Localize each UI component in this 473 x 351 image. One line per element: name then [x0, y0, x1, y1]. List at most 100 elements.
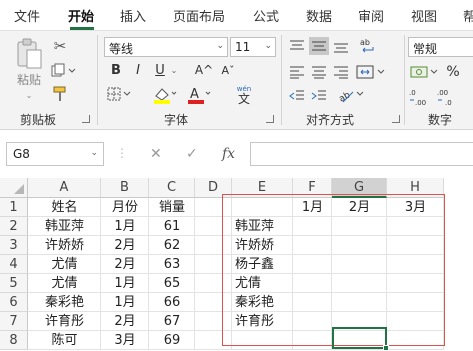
table1-cell[interactable]: 许育彤	[28, 312, 101, 331]
number-format-combobox[interactable]: 常规	[408, 37, 473, 57]
table1-cell[interactable]: 韩亚萍	[28, 217, 101, 236]
table2-month-header[interactable]: 3月	[387, 198, 444, 217]
table1-header-cell[interactable]: 销量	[149, 198, 195, 217]
wrap-text-icon[interactable]: ab	[358, 35, 380, 57]
table1-cell[interactable]: 69	[149, 331, 195, 350]
paste-icon[interactable]	[14, 37, 44, 71]
column-header-c[interactable]: C	[149, 178, 195, 198]
table2-name-cell[interactable]: 韩亚萍	[232, 217, 293, 236]
worksheet-grid[interactable]: ABCDEFGH 12345678 姓名 月份 销量 韩亚萍 1月 61 许娇娇 2月 62 尤倩…	[0, 178, 473, 351]
row-header-7[interactable]: 7	[0, 312, 28, 331]
grid-cell[interactable]	[195, 293, 232, 312]
percent-icon[interactable]: %	[444, 63, 462, 81]
table1-cell[interactable]: 62	[149, 236, 195, 255]
grid-cell[interactable]	[332, 236, 387, 255]
table1-cell[interactable]: 尤倩	[28, 274, 101, 293]
paste-button-label[interactable]: 粘贴	[14, 71, 44, 87]
column-header-g[interactable]: G	[332, 178, 387, 198]
table1-cell[interactable]: 61	[149, 217, 195, 236]
grid-cell[interactable]	[332, 255, 387, 274]
grid-cell[interactable]	[232, 331, 293, 350]
paste-dropdown-icon[interactable]: ⌄	[24, 91, 34, 100]
tab-view[interactable]: 视图	[411, 6, 437, 25]
grid-cell[interactable]	[387, 255, 444, 274]
table1-cell[interactable]: 3月	[101, 331, 149, 350]
table1-cell[interactable]: 1月	[101, 217, 149, 236]
grid-cell[interactable]	[293, 312, 332, 331]
shrink-font-button[interactable]: Aˇ	[218, 61, 238, 79]
grid-cell[interactable]	[387, 331, 444, 350]
grid-cell[interactable]	[387, 217, 444, 236]
cut-icon[interactable]: ✂	[50, 37, 70, 55]
align-right-icon[interactable]	[331, 63, 351, 81]
table1-cell[interactable]: 1月	[101, 293, 149, 312]
table1-cell[interactable]: 陈可	[28, 331, 101, 350]
more-options-icon[interactable]: ⋮	[116, 146, 128, 160]
active-cell-g8[interactable]	[332, 327, 387, 349]
row-header-2[interactable]: 2	[0, 217, 28, 236]
grid-cell[interactable]	[387, 312, 444, 331]
row-header-4[interactable]: 4	[0, 255, 28, 274]
phonetic-guide-icon[interactable]: wén 文	[232, 83, 256, 107]
chevron-down-icon[interactable]: ⌄	[90, 148, 98, 158]
grid-cell[interactable]	[293, 217, 332, 236]
table2-month-header[interactable]: 1月	[293, 198, 332, 217]
table1-cell[interactable]: 63	[149, 255, 195, 274]
clipboard-launcher-icon[interactable]	[82, 115, 90, 123]
decrease-decimal-icon[interactable]: .00.0	[436, 87, 460, 107]
top-align-icon[interactable]	[287, 37, 307, 55]
row-header-6[interactable]: 6	[0, 293, 28, 312]
grid-cell[interactable]	[195, 312, 232, 331]
table1-header-cell[interactable]: 月份	[101, 198, 149, 217]
grid-cell[interactable]	[293, 331, 332, 350]
column-header-f[interactable]: F	[293, 178, 332, 198]
grid-cell[interactable]	[195, 255, 232, 274]
grow-font-button[interactable]: A^	[194, 61, 214, 79]
table2-name-cell[interactable]: 许娇娇	[232, 236, 293, 255]
grid-cell[interactable]	[195, 198, 232, 217]
grid-cell[interactable]	[195, 217, 232, 236]
column-header-b[interactable]: B	[101, 178, 149, 198]
font-color-icon[interactable]: A	[186, 85, 212, 105]
grid-cell[interactable]	[195, 236, 232, 255]
table2-name-cell[interactable]: 尤倩	[232, 274, 293, 293]
tab-page-layout[interactable]: 页面布局	[173, 6, 225, 25]
copy-icon[interactable]	[50, 61, 78, 79]
grid-cell[interactable]	[195, 331, 232, 350]
fill-handle[interactable]	[383, 345, 389, 351]
middle-align-icon[interactable]	[309, 37, 329, 55]
row-header-1[interactable]: 1	[0, 198, 28, 217]
grid-cell[interactable]	[293, 236, 332, 255]
grid-cell[interactable]	[332, 274, 387, 293]
grid-cell[interactable]	[293, 274, 332, 293]
bold-button[interactable]: B	[108, 61, 124, 79]
name-box[interactable]: G8 ⌄	[6, 142, 104, 166]
bottom-align-icon[interactable]	[331, 37, 351, 55]
align-left-icon[interactable]	[287, 63, 307, 81]
grid-cell[interactable]	[232, 198, 293, 217]
table1-cell[interactable]: 2月	[101, 236, 149, 255]
column-header-h[interactable]: H	[387, 178, 444, 198]
column-header-a[interactable]: A	[28, 178, 101, 198]
table2-name-cell[interactable]: 杨子鑫	[232, 255, 293, 274]
font-size-combobox[interactable]: 11 ⌄	[230, 37, 276, 57]
grid-cell[interactable]	[293, 255, 332, 274]
select-all-corner[interactable]	[0, 178, 28, 198]
merge-center-icon[interactable]	[356, 63, 386, 81]
format-painter-icon[interactable]	[50, 85, 70, 103]
table1-cell[interactable]: 66	[149, 293, 195, 312]
fill-color-icon[interactable]	[152, 85, 178, 105]
tab-help[interactable]: 帮	[463, 6, 473, 25]
italic-button[interactable]: I	[130, 61, 146, 79]
increase-decimal-icon[interactable]: .0.00	[408, 87, 432, 107]
table1-cell[interactable]: 尤倩	[28, 255, 101, 274]
tab-home[interactable]: 开始	[68, 6, 94, 25]
font-name-combobox[interactable]: 等线 ⌄	[104, 37, 228, 57]
tab-insert[interactable]: 插入	[120, 6, 146, 25]
table1-cell[interactable]: 2月	[101, 255, 149, 274]
tab-review[interactable]: 审阅	[358, 6, 384, 25]
accounting-format-icon[interactable]	[410, 63, 440, 81]
table1-cell[interactable]: 67	[149, 312, 195, 331]
formula-input[interactable]	[250, 142, 473, 166]
tab-data[interactable]: 数据	[306, 6, 332, 25]
